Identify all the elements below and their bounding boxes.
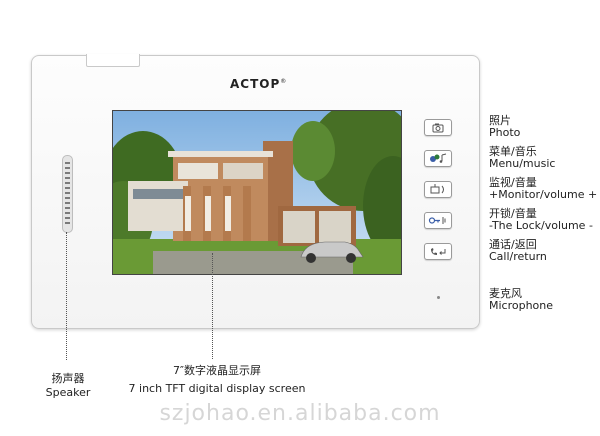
monitor-icon [430, 184, 444, 194]
camera-icon [432, 123, 444, 133]
photo-button[interactable] [424, 119, 452, 136]
callout-unlock-volume: 开锁/音量 -The Lock/volume - [489, 207, 593, 232]
watermark: szjohao.en.alibaba.com [159, 401, 441, 426]
speaker-grille [62, 155, 73, 233]
display-screen [112, 110, 402, 275]
menu-music-button[interactable] [424, 150, 452, 167]
callout-microphone: 麦克风 Microphone [489, 287, 554, 312]
unlock-icon [428, 217, 446, 224]
callout-display-screen: 7″数字液晶显示屏 7 inch TFT digital display scre… [128, 364, 306, 395]
microphone-hole [437, 296, 440, 299]
callout-speaker: 扬声器 Speaker [45, 372, 91, 399]
menu-music-icon [430, 153, 447, 163]
brand-logo: ACTOP® [230, 77, 288, 91]
callout-menu-music: 菜单/音乐 Menu/music [489, 145, 556, 170]
top-notch [86, 54, 140, 67]
house-scene-image [113, 111, 401, 274]
call-return-button[interactable] [424, 243, 452, 260]
unlock-volume-down-button[interactable] [424, 212, 452, 229]
callout-monitor-volume: 监视/音量 +Monitor/volume + [489, 176, 598, 201]
speaker-leader-line [66, 232, 67, 360]
monitor-volume-up-button[interactable] [424, 181, 452, 198]
callout-call-return: 通话/返回 Call/return [489, 238, 547, 263]
callout-photo: 照片 Photo [489, 114, 521, 139]
screen-leader-line [212, 253, 213, 359]
phone-icon [431, 248, 446, 255]
